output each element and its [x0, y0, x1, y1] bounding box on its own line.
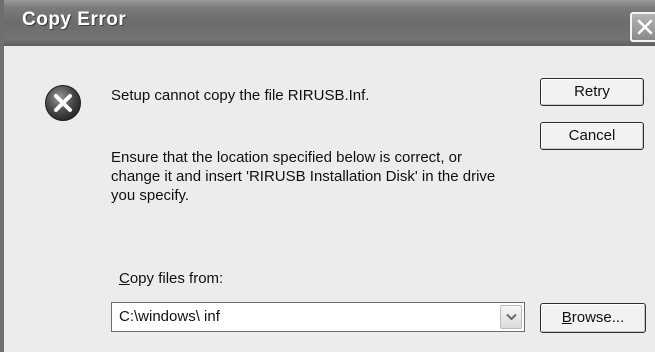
copy-label-mnemonic: C — [119, 270, 130, 287]
copy-files-from-label: Copy files from: — [119, 270, 223, 287]
error-message: Setup cannot copy the file RIRUSB.Inf. — [111, 87, 370, 104]
browse-label: rowse... — [571, 309, 625, 326]
close-icon — [637, 19, 653, 35]
browse-mnemonic: B — [561, 309, 572, 326]
title-bar[interactable]: Copy Error — [4, 0, 655, 46]
error-icon — [45, 85, 81, 121]
chevron-down-icon — [506, 313, 517, 321]
browse-button[interactable]: Browse... — [540, 303, 646, 333]
dialog-title: Copy Error — [22, 9, 127, 30]
cancel-button[interactable]: Cancel — [540, 122, 644, 150]
retry-button[interactable]: Retry — [540, 78, 644, 106]
instruction-message: Ensure that the location specified below… — [111, 149, 496, 204]
close-button[interactable] — [630, 12, 655, 42]
copy-from-value[interactable]: C:\windows\ inf — [119, 308, 220, 325]
copy-label-text: opy files from: — [129, 270, 224, 287]
dropdown-button[interactable] — [500, 305, 522, 329]
copy-from-combobox[interactable]: C:\windows\ inf — [111, 302, 525, 332]
copy-error-dialog: Copy Error Setup cannot copy the file RI… — [0, 0, 655, 352]
